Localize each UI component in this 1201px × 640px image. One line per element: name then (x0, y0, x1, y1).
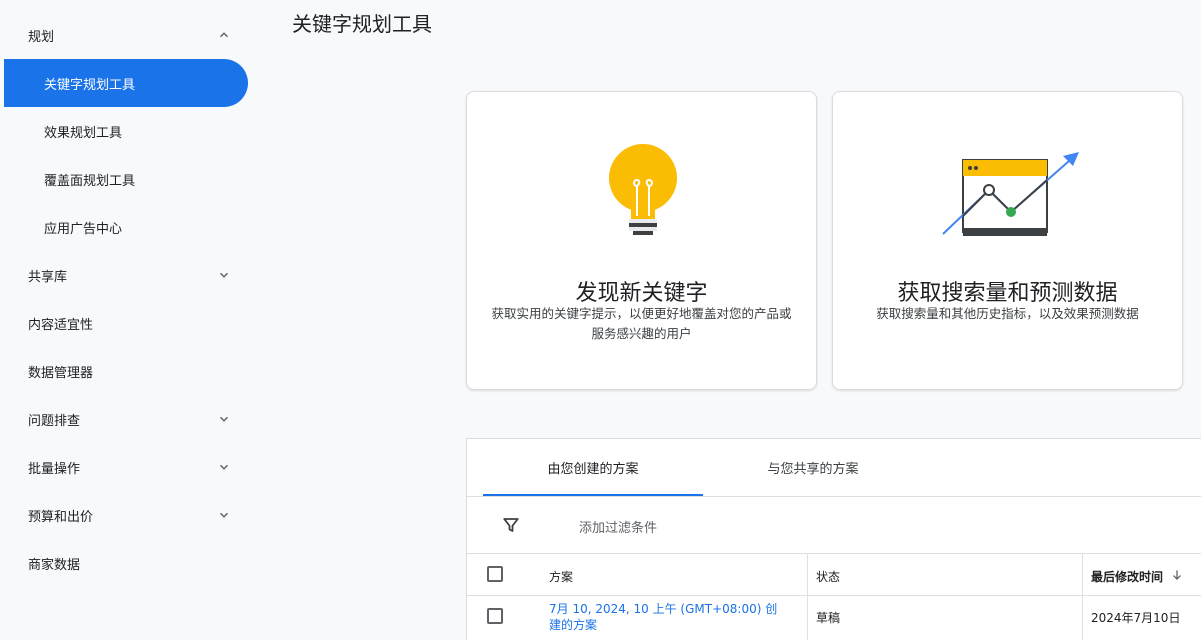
sidebar-item-label: 数据管理器 (28, 365, 94, 381)
sidebar-item-shared-library[interactable]: 共享库 (0, 251, 248, 299)
sidebar-item-label: 问题排查 (28, 413, 81, 429)
discover-keywords-card[interactable]: 发现新关键字 获取实用的关键字提示，以便更好地覆盖对您的产品或服务感兴趣的用户 (466, 91, 817, 390)
tab-plans-created-by-you[interactable]: 由您创建的方案 (483, 439, 703, 496)
sidebar-item-label: 规划 (28, 29, 55, 45)
row-checkbox[interactable] (487, 608, 503, 624)
page-title: 关键字规划工具 (292, 12, 432, 36)
sidebar-item-budgets-bidding[interactable]: 预算和出价 (0, 491, 248, 539)
chevron-down-icon (217, 412, 231, 426)
column-separator (807, 554, 808, 595)
sidebar-item-label: 共享库 (28, 269, 68, 285)
chevron-up-icon (217, 28, 231, 42)
column-header-status[interactable]: 状态 (816, 568, 840, 585)
filter-bar: 添加过滤条件 (467, 497, 1201, 553)
column-header-plan[interactable]: 方案 (549, 568, 573, 585)
sidebar-item-keyword-planner[interactable]: 关键字规划工具 (4, 59, 248, 107)
sidebar-item-planning[interactable]: 规划 (0, 11, 248, 59)
arrow-down-icon[interactable] (1170, 568, 1184, 582)
sidebar-item-business-data[interactable]: 商家数据 (0, 539, 248, 587)
table-row: 7月 10, 2024, 10 上午 (GMT+08:00) 创建的方案 草稿 … (467, 596, 1201, 640)
card-title: 获取搜索量和预测数据 (897, 281, 1118, 306)
plans-panel: 由您创建的方案 与您共享的方案 添加过滤条件 方案 状态 最后修改时间 7月 1… (466, 438, 1201, 640)
sidebar-item-app-ads-hub[interactable]: 应用广告中心 (0, 203, 248, 251)
chevron-down-icon (217, 508, 231, 522)
card-title: 发现新关键字 (575, 281, 708, 306)
sidebar-item-label: 批量操作 (28, 461, 81, 477)
sidebar-item-label: 效果规划工具 (44, 125, 123, 141)
sidebar-item-label: 内容适宜性 (28, 317, 94, 333)
card-description: 获取搜索量和其他历史指标，以及效果预测数据 (876, 306, 1139, 321)
sidebar-item-bulk-actions[interactable]: 批量操作 (0, 443, 248, 491)
plan-last-modified: 2024年7月10日 (1091, 611, 1181, 625)
table-header: 方案 状态 最后修改时间 (467, 554, 1201, 595)
lightbulb-icon (609, 144, 677, 235)
card-description: 获取实用的关键字提示，以便更好地覆盖对您的产品或服务感兴趣的用户 (491, 306, 792, 341)
chevron-down-icon (217, 460, 231, 474)
chevron-down-icon (217, 268, 231, 282)
sidebar-item-content-suitability[interactable]: 内容适宜性 (0, 299, 248, 347)
column-separator (1082, 554, 1083, 595)
sidebar-item-label: 商家数据 (28, 557, 81, 573)
column-header-last-modified[interactable]: 最后修改时间 (1091, 568, 1163, 585)
filter-icon[interactable] (502, 516, 520, 534)
sidebar: 规划 关键字规划工具 效果规划工具 覆盖面规划工具 应用广告中心 共享库 内容适… (0, 0, 260, 640)
sidebar-item-label: 应用广告中心 (44, 221, 123, 237)
growth-chart-icon (942, 152, 1079, 236)
sidebar-item-reach-planner[interactable]: 覆盖面规划工具 (0, 155, 248, 203)
sidebar-item-label: 覆盖面规划工具 (44, 173, 136, 189)
column-separator (1082, 596, 1083, 640)
sidebar-item-performance-planner[interactable]: 效果规划工具 (0, 107, 248, 155)
sidebar-item-troubleshooting[interactable]: 问题排查 (0, 395, 248, 443)
sidebar-item-label: 关键字规划工具 (44, 77, 136, 93)
column-separator (807, 596, 808, 640)
add-filter-button[interactable]: 添加过滤条件 (579, 517, 657, 536)
search-volume-forecast-card[interactable]: 获取搜索量和预测数据 获取搜索量和其他历史指标，以及效果预测数据 (832, 91, 1183, 390)
sidebar-item-data-manager[interactable]: 数据管理器 (0, 347, 248, 395)
tab-plans-shared-with-you[interactable]: 与您共享的方案 (703, 439, 923, 496)
select-all-checkbox[interactable] (487, 566, 503, 582)
plan-status: 草稿 (816, 611, 841, 625)
plan-link[interactable]: 7月 10, 2024, 10 上午 (GMT+08:00) 创建的方案 (549, 601, 789, 633)
sidebar-item-label: 预算和出价 (28, 509, 94, 525)
